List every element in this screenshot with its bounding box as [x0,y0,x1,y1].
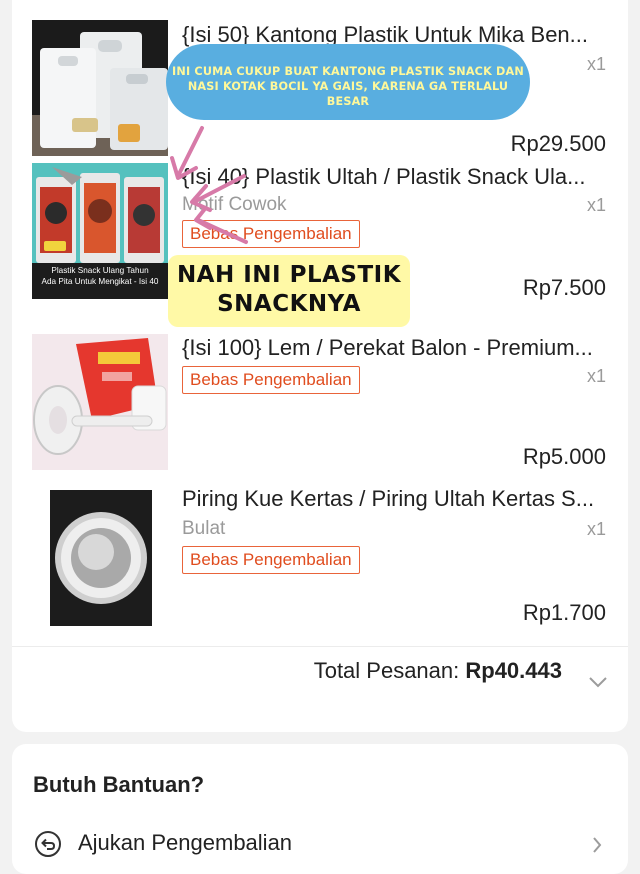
product-name: Piring Kue Kertas / Piring Ultah Kertas … [182,486,595,511]
product-name: {Isi 100} Lem / Perekat Balon - Premium.… [182,335,593,360]
annotation-bubble-text: Ini cuma cukup buat kantong plastik snac… [172,65,524,108]
free-return-badge: Bebas Pengembalian [182,366,360,394]
annotation-sticky-text: NAH INI PLASTIK SNACKNYA [176,262,402,317]
product-image-caption: Plastik Snack Ulang Tahun Ada Pita Untuk… [41,266,159,286]
total-value: Rp40.443 [465,658,562,683]
annotation-sticky-note: NAH INI PLASTIK SNACKNYA [168,255,410,327]
product-quantity: x1 [586,366,606,386]
product-quantity: x1 [586,519,606,539]
return-icon [35,831,61,857]
help-title: Butuh Bantuan? [33,772,205,797]
product-image [32,490,168,626]
total-label: Total Pesanan: [313,658,460,683]
annotation-arrows [170,126,248,244]
product-price: Rp5.000 [522,444,606,469]
help-card: Butuh Bantuan? Ajukan Pengembalian [12,744,628,874]
free-return-badge: Bebas Pengembalian [182,546,360,574]
product-price: Rp1.700 [522,600,606,625]
refund-request-label: Ajukan Pengembalian [78,830,293,855]
chevron-down-icon[interactable] [588,676,608,688]
order-total: Total Pesanan: Rp40.443 [314,658,562,684]
product-variant: Bulat [182,518,226,539]
product-image: Plastik Snack Ulang Tahun Ada Pita Untuk… [32,163,168,299]
divider [12,646,628,647]
product-quantity: x1 [586,54,606,74]
chevron-right-icon [593,837,602,853]
product-quantity: x1 [586,195,606,215]
product-price: Rp7.500 [522,275,606,300]
annotation-bubble: Ini cuma cukup buat kantong plastik snac… [166,44,530,120]
refund-request-row[interactable]: Ajukan Pengembalian [12,816,628,866]
product-image [32,20,168,156]
product-price: Rp29.500 [510,131,606,156]
product-image [32,334,168,470]
